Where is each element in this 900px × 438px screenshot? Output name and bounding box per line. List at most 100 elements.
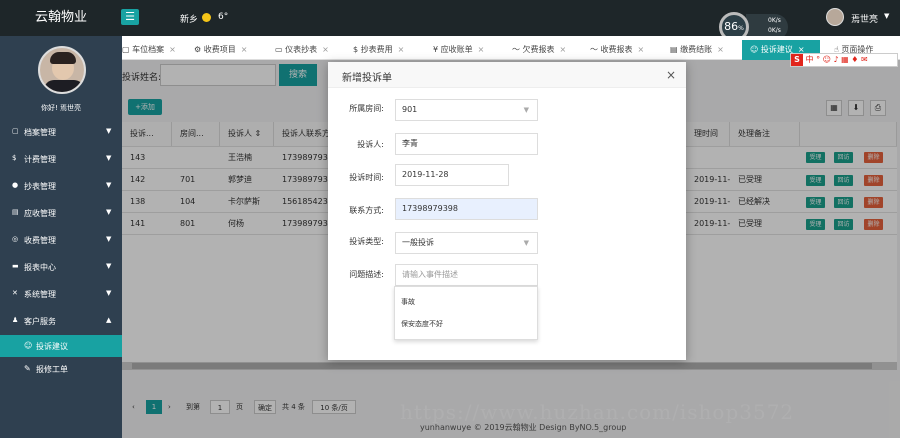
tab-label: 收费报表 — [600, 45, 633, 54]
sidebar-item-label: 投诉建议 — [36, 342, 68, 351]
close-icon[interactable]: × — [322, 45, 329, 54]
file-icon: ▢ — [12, 127, 19, 135]
ime-mode-label: 中 — [805, 55, 814, 64]
tab-arrears-report[interactable]: 〜 欠费报表 × — [512, 40, 566, 60]
tab-receivable-bills[interactable]: ¥ 应收账单 × — [433, 40, 484, 60]
edit-icon: ✎ — [24, 364, 31, 373]
report-icon: ▬ — [12, 262, 19, 270]
brand-logo[interactable]: 云翰物业 — [0, 0, 122, 36]
ledger-icon: ▤ — [12, 208, 19, 216]
new-complaint-dialog: 新增投诉单 × 所属房间: 901 ▼ 投诉人: 李青 投诉时间: 2019-11… — [328, 62, 686, 360]
ime-toolbar[interactable]: S 中 ° ☺ ♪ ▦ ♦ ✉ — [790, 53, 898, 67]
contact-label: 联系方式: — [349, 206, 384, 215]
tab-label: 欠费报表 — [522, 45, 555, 54]
sidebar-item-customer-service[interactable]: ♟ 客户服务 ▲ — [0, 309, 122, 333]
room-select[interactable]: 901 ▼ — [395, 99, 538, 121]
sidebar-item-archive[interactable]: ▢ 档案管理 ▼ — [0, 120, 122, 144]
smile-icon: ☺ — [24, 341, 33, 350]
close-icon[interactable]: × — [560, 45, 567, 54]
sidebar-item-repair-orders[interactable]: ✎ 报修工单 — [0, 358, 122, 380]
chevron-down-icon: ▼ — [106, 127, 112, 135]
close-icon[interactable]: × — [169, 45, 176, 54]
tab-label: 抄表费用 — [360, 45, 393, 54]
sidebar-item-label: 计费管理 — [24, 155, 56, 164]
room-label: 所属房间: — [349, 104, 384, 113]
chevron-down-icon: ▼ — [106, 289, 112, 297]
sidebar: 你好! 焉世亮 ▢ 档案管理 ▼ $ 计费管理 ▼ ● 抄表管理 ▼ ▤ 应收管理 ▼ ◎ 收费管… — [0, 36, 122, 438]
chevron-up-icon: ▲ — [106, 316, 112, 324]
watermark: https://www.huzhan.com/ishop3572 — [400, 400, 795, 424]
room-value: 901 — [402, 105, 418, 114]
tab-parking-archive[interactable]: ▢ 车位档案 × — [122, 40, 176, 60]
weather-location: 新乡 — [180, 15, 199, 25]
sidebar-item-receivable[interactable]: ▤ 应收管理 ▼ — [0, 201, 122, 225]
sidebar-item-label: 收费管理 — [24, 236, 56, 245]
tab-meter-reading[interactable]: ▭ 仪表抄表 × — [275, 40, 329, 60]
sidebar-item-label: 应收管理 — [24, 209, 56, 218]
chevron-down-icon: ▼ — [106, 235, 112, 243]
tab-charge-report[interactable]: 〜 收费报表 × — [590, 40, 644, 60]
greeting-text: 你好! 焉世亮 — [40, 104, 82, 112]
profile-avatar — [38, 46, 86, 94]
tab-charge-items[interactable]: ⚙ 收费项目 × — [194, 40, 247, 60]
tab-label: 应收账单 — [440, 45, 473, 54]
complainant-label: 投诉人: — [357, 140, 384, 149]
contact-input[interactable]: 17398979398 — [395, 198, 538, 220]
chevron-down-icon: ▼ — [523, 106, 529, 114]
chevron-down-icon: ▼ — [106, 208, 112, 216]
sidebar-item-charges[interactable]: ◎ 收费管理 ▼ — [0, 228, 122, 252]
weather-temperature: 6° — [218, 12, 229, 22]
description-label: 问题描述: — [349, 270, 384, 279]
tab-label: 收费项目 — [203, 45, 236, 54]
gauge-unit: % — [738, 25, 744, 32]
gauge-value: 86 — [724, 20, 739, 33]
complaint-type-select[interactable]: 一般投诉 ▼ — [395, 232, 538, 254]
money-icon: $ — [12, 154, 17, 162]
coin-icon: ◎ — [12, 235, 19, 243]
tab-bar: ▢ 车位档案 × ⚙ 收费项目 × ▭ 仪表抄表 × $ 抄表费用 × ¥ 应收账单 × … — [122, 36, 900, 60]
chevron-down-icon: ▼ — [523, 239, 529, 247]
sidebar-item-complaints[interactable]: ☺ 投诉建议 — [0, 335, 122, 357]
tab-label: 投诉建议 — [760, 45, 793, 54]
sidebar-item-system[interactable]: ✕ 系统管理 ▼ — [0, 282, 122, 306]
chevron-down-icon: ▼ — [106, 181, 112, 189]
close-icon[interactable]: × — [717, 45, 724, 54]
tab-label: 仪表抄表 — [285, 45, 318, 54]
suggestion-item[interactable]: 事故 — [401, 297, 415, 307]
chevron-down-icon[interactable]: ▼ — [884, 12, 889, 20]
wrench-icon: ✕ — [12, 289, 18, 297]
close-icon[interactable]: × — [638, 45, 645, 54]
sidebar-item-label: 报修工单 — [36, 365, 68, 374]
complaint-type-value: 一般投诉 — [402, 238, 434, 247]
username[interactable]: 焉世亮 — [851, 12, 878, 25]
sidebar-item-meter[interactable]: ● 抄表管理 ▼ — [0, 174, 122, 198]
complaint-time-input[interactable]: 2019-11-28 — [395, 164, 509, 186]
close-icon[interactable]: × — [666, 68, 676, 82]
chevron-down-icon: ▼ — [106, 262, 112, 270]
tab-label: 缴费结账 — [680, 45, 713, 54]
net-up-speed: 0K/s — [768, 17, 781, 24]
user-icon: ♟ — [12, 316, 19, 324]
top-bar: 云翰物业 ☰ 新乡 6° 0K/s 0K/s 86% 焉世亮 ▼ — [0, 0, 900, 42]
close-icon[interactable]: × — [398, 45, 405, 54]
complainant-input[interactable]: 李青 — [395, 133, 538, 155]
tab-payment-settlement[interactable]: ▤ 缴费结账 × — [670, 40, 724, 60]
sidebar-item-billing[interactable]: $ 计费管理 ▼ — [0, 147, 122, 171]
close-icon[interactable]: × — [478, 45, 485, 54]
close-icon[interactable]: × — [241, 45, 248, 54]
dialog-title: 新增投诉单 — [342, 73, 392, 84]
dialog-header: 新增投诉单 × — [328, 62, 686, 88]
hamburger-icon[interactable]: ☰ — [121, 9, 139, 25]
user-avatar[interactable] — [826, 8, 844, 26]
tab-meter-fees[interactable]: $ 抄表费用 × — [353, 40, 404, 60]
net-down-speed: 0K/s — [768, 27, 781, 34]
sidebar-item-reports[interactable]: ▬ 报表中心 ▼ — [0, 255, 122, 279]
sidebar-item-label: 抄表管理 — [24, 182, 56, 191]
description-input[interactable]: 请输入事件描述 — [395, 264, 538, 286]
circle-icon: ● — [12, 181, 19, 189]
description-suggestions: 事故 保安态度不好 — [394, 286, 538, 340]
sidebar-item-label: 档案管理 — [24, 128, 56, 137]
sogou-icon: S — [791, 54, 803, 66]
complaint-time-label: 投诉时间: — [349, 173, 384, 182]
suggestion-item[interactable]: 保安态度不好 — [401, 319, 443, 329]
